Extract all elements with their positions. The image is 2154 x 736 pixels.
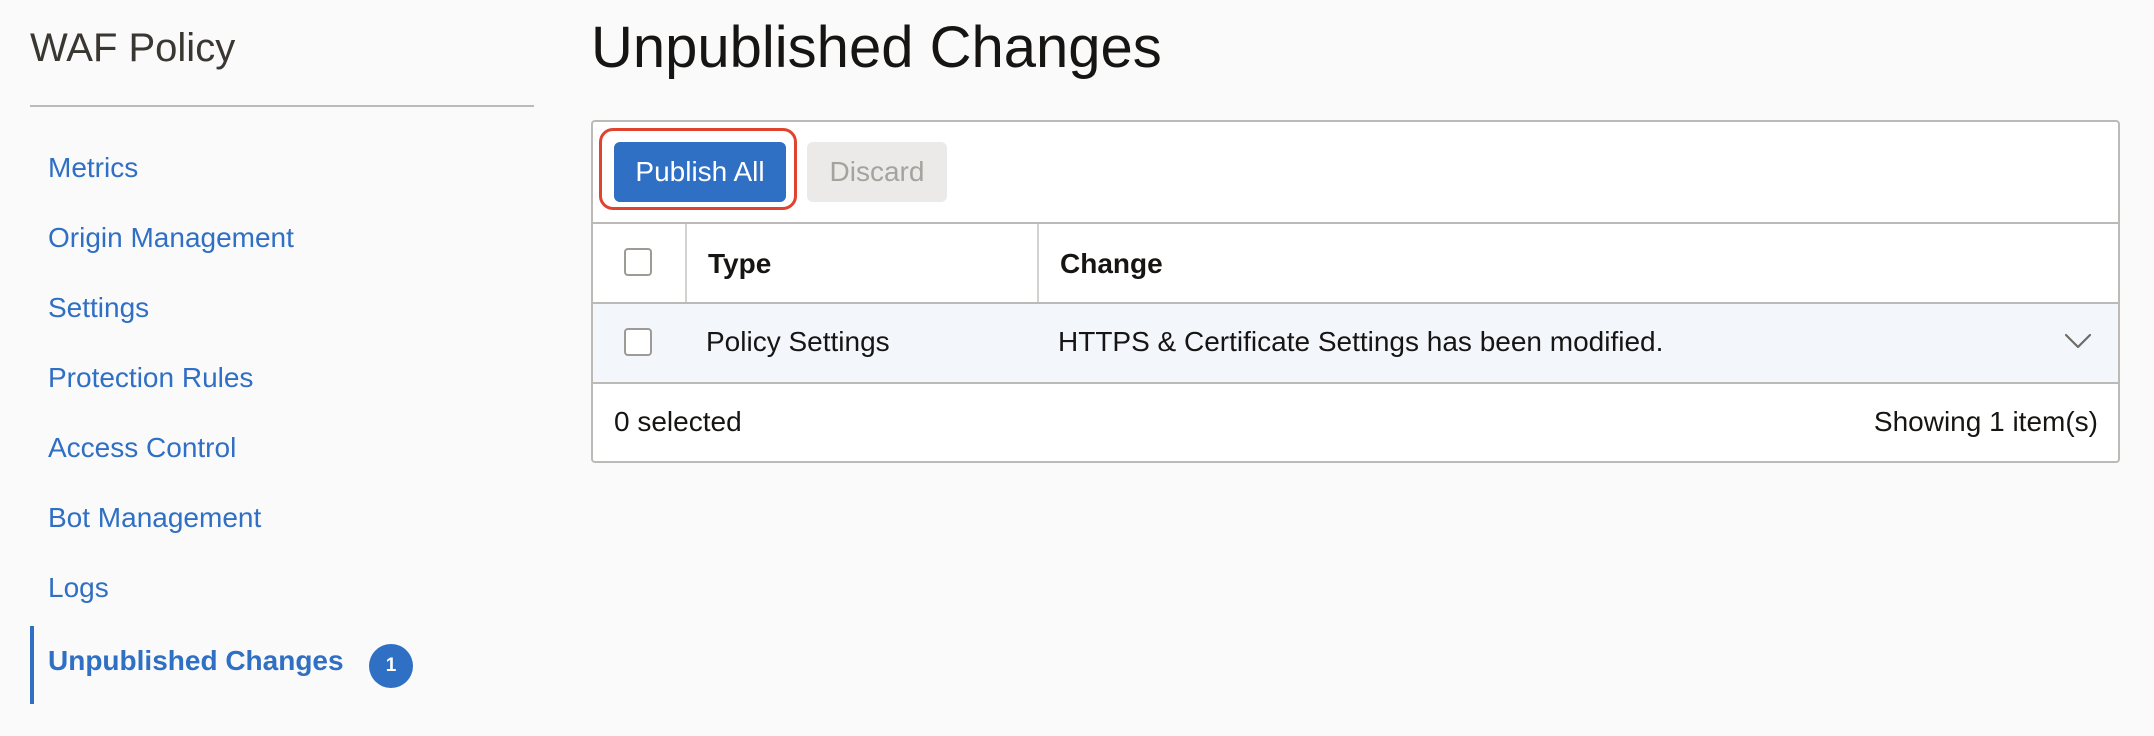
row-type: Policy Settings xyxy=(706,326,890,357)
selected-count: 0 selected xyxy=(614,406,742,437)
sidebar-item-unpublished-changes[interactable]: Unpublished Changes xyxy=(48,645,344,677)
select-all-checkbox[interactable] xyxy=(624,248,652,276)
sidebar-divider xyxy=(30,105,534,107)
sidebar-item-bot-management[interactable]: Bot Management xyxy=(48,502,261,534)
chevron-down-icon[interactable] xyxy=(2064,326,2092,354)
page-title: Unpublished Changes xyxy=(591,15,1162,80)
sidebar-item-origin-management[interactable]: Origin Management xyxy=(48,222,294,254)
item-count: Showing 1 item(s) xyxy=(1873,406,2098,437)
page: WAF Policy Metrics Origin Management Set… xyxy=(0,0,2154,736)
sidebar-item-settings[interactable]: Settings xyxy=(48,292,149,324)
sidebar: WAF Policy Metrics Origin Management Set… xyxy=(30,0,534,736)
toolbar: Publish All Discard xyxy=(593,122,2118,224)
column-divider xyxy=(685,224,687,302)
unpublished-count-badge: 1 xyxy=(369,644,413,688)
sidebar-title: WAF Policy xyxy=(30,26,236,70)
sidebar-item-protection-rules[interactable]: Protection Rules xyxy=(48,362,253,394)
changes-panel: Publish All Discard Type Change Policy S… xyxy=(591,120,2120,463)
active-indicator xyxy=(30,626,34,704)
sidebar-item-access-control[interactable]: Access Control xyxy=(48,432,236,464)
row-checkbox[interactable] xyxy=(624,328,652,356)
discard-button[interactable]: Discard xyxy=(807,142,947,202)
table-footer: 0 selected Showing 1 item(s) xyxy=(593,384,2118,461)
table-header: Type Change xyxy=(593,224,2118,304)
column-header-type[interactable]: Type xyxy=(708,248,771,280)
sidebar-item-metrics[interactable]: Metrics xyxy=(48,152,138,184)
sidebar-item-logs[interactable]: Logs xyxy=(48,572,109,604)
table-row[interactable]: Policy Settings HTTPS & Certificate Sett… xyxy=(593,304,2118,384)
column-header-change[interactable]: Change xyxy=(1060,248,1163,280)
publish-all-button[interactable]: Publish All xyxy=(614,142,786,202)
column-divider xyxy=(1037,224,1039,302)
row-change: HTTPS & Certificate Settings has been mo… xyxy=(1058,326,1664,357)
